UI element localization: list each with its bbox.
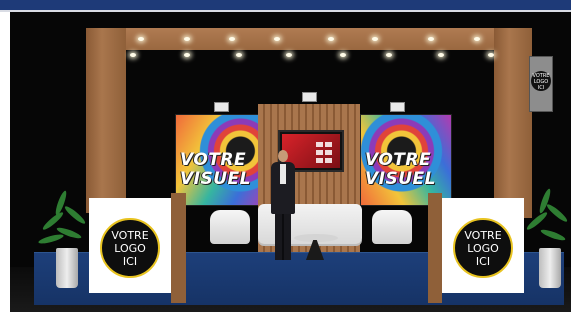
- panel-right-visual-text: VOTRE VISUEL: [365, 150, 451, 189]
- counter-right-face: VOTRE LOGO ICI: [442, 198, 524, 293]
- panel-right-line1: VOTRE: [365, 150, 432, 170]
- person-head: [278, 150, 288, 162]
- ceiling-light: [488, 53, 494, 57]
- logo-left-line2: LOGO: [114, 241, 146, 255]
- counter-left-face: VOTRE LOGO ICI: [89, 198, 171, 293]
- tv-tile: [316, 142, 323, 147]
- plant-pot-right: [539, 248, 561, 288]
- panel-left-line1: VOTRE: [180, 150, 247, 170]
- ceiling-light: [138, 37, 144, 41]
- ceiling-light: [184, 37, 190, 41]
- logo-left-line3: ICI: [122, 254, 138, 268]
- sign-logo-line3: ICI: [537, 85, 545, 91]
- counter-right-side: [428, 193, 442, 303]
- hanging-sign-logo: VOTRE LOGO ICI: [531, 71, 551, 91]
- ceiling-light: [328, 37, 334, 41]
- plant-pot-left: [56, 248, 78, 288]
- panel-left-visual-text: VOTRE VISUEL: [180, 150, 268, 189]
- logo-left-line1: VOTRE: [111, 228, 149, 242]
- ceiling-light: [428, 37, 434, 41]
- ceiling-light: [372, 37, 378, 41]
- panel-left-line2: VISUEL: [180, 169, 251, 189]
- ceiling-light: [340, 53, 346, 57]
- leaf: [37, 232, 65, 246]
- booth-render: VOTRE VISUEL VOTRE VISUEL VOTRE LOGO ICI…: [10, 12, 571, 312]
- ceiling-light: [274, 37, 280, 41]
- person-legs: [275, 212, 291, 260]
- ceiling-light: [184, 53, 190, 57]
- logo-right-line1: VOTRE: [464, 228, 502, 242]
- ceiling-light: [286, 53, 292, 57]
- spotlight-center: [302, 92, 317, 102]
- tv-tile: [316, 150, 323, 155]
- lounge-chair-left: [210, 210, 250, 244]
- back-panel-left: VOTRE VISUEL: [175, 114, 269, 206]
- lounge-chair-right: [372, 210, 412, 244]
- ceiling-light: [386, 53, 392, 57]
- panel-right-line2: VISUEL: [365, 169, 436, 189]
- hanging-sign: VOTRE LOGO ICI: [529, 56, 553, 112]
- tv-tile: [325, 150, 332, 155]
- spotlight-left: [214, 102, 229, 112]
- logo-placeholder-right: VOTRE LOGO ICI: [453, 218, 513, 278]
- header-bar: [0, 0, 571, 12]
- tv-tile: [316, 158, 323, 163]
- frame-top-beam: [86, 28, 532, 50]
- ceiling-light: [130, 53, 136, 57]
- logo-right-line3: ICI: [475, 254, 491, 268]
- frame-light-row: [86, 50, 532, 62]
- leaf: [545, 202, 569, 224]
- ceiling-light: [438, 53, 444, 57]
- person-shirt: [280, 164, 286, 184]
- tv-tile: [325, 158, 332, 163]
- leaf: [539, 227, 567, 243]
- logo-placeholder-left: VOTRE LOGO ICI: [100, 218, 160, 278]
- ceiling-light: [236, 53, 242, 57]
- tv-tile: [325, 142, 332, 147]
- leaf: [63, 204, 87, 226]
- ceiling-light: [229, 37, 235, 41]
- logo-right-line2: LOGO: [467, 241, 499, 255]
- reception-counter-left: VOTRE LOGO ICI: [86, 193, 186, 303]
- counter-left-side: [171, 193, 186, 303]
- spotlight-right: [390, 102, 405, 112]
- reception-counter-right: VOTRE LOGO ICI: [428, 193, 528, 303]
- ceiling-light: [474, 37, 480, 41]
